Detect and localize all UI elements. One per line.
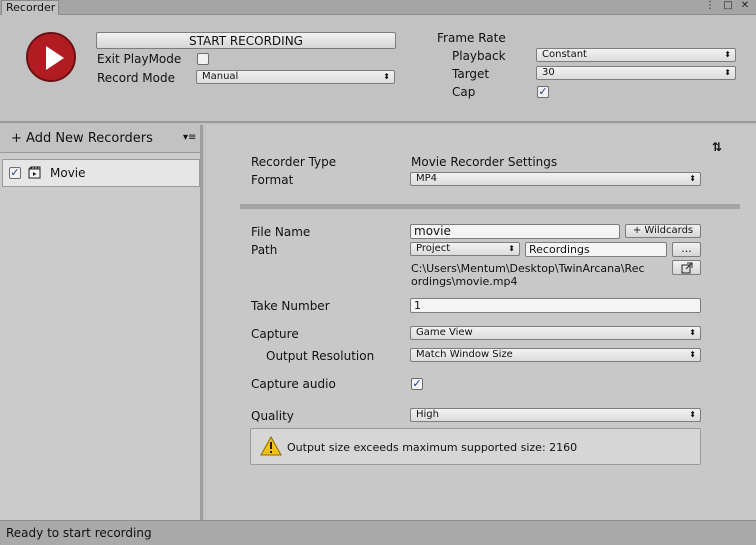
record-mode-value: Manual <box>202 71 239 82</box>
exit-playmode-checkbox[interactable] <box>197 53 209 65</box>
full-path-line: C:\Users\Mentum\Desktop\TwinArcana\Rec <box>411 262 645 275</box>
warning-text: Output size exceeds maximum supported si… <box>287 441 578 454</box>
close-icon[interactable]: ✕ <box>739 0 751 12</box>
capture-dropdown[interactable]: Game View ⬍ <box>410 326 701 340</box>
path-label: Path <box>251 243 278 257</box>
chevron-down-icon: ⬍ <box>383 72 390 81</box>
section-divider <box>240 204 740 209</box>
start-recording-button[interactable]: START RECORDING <box>96 32 396 49</box>
window-tab-bar: Recorder ⋮ □ ✕ <box>0 0 756 15</box>
frame-rate-label: Frame Rate <box>437 31 506 45</box>
movie-icon <box>28 166 41 179</box>
capture-value: Game View <box>416 327 473 338</box>
recorder-list-item[interactable]: ✓ Movie <box>2 159 200 187</box>
target-dropdown[interactable]: 30 ⬍ <box>536 66 736 80</box>
cap-checkbox[interactable]: ✓ <box>537 86 549 98</box>
list-menu-icon[interactable]: ▾≡ <box>183 132 196 143</box>
chevron-down-icon: ⬍ <box>508 244 515 253</box>
play-record-icon[interactable] <box>26 32 76 82</box>
exit-playmode-label: Exit PlayMode <box>97 52 182 66</box>
recorder-type-label: Recorder Type <box>251 155 337 169</box>
record-mode-label: Record Mode <box>97 71 175 85</box>
cap-label: Cap <box>452 85 476 99</box>
output-resolution-dropdown[interactable]: Match Window Size ⬍ <box>410 348 701 362</box>
external-link-icon <box>681 262 693 274</box>
playback-value: Constant <box>542 49 587 60</box>
chevron-down-icon: ⬍ <box>689 410 696 419</box>
chevron-down-icon: ⬍ <box>689 328 696 337</box>
add-new-recorders-button[interactable]: + Add New Recorders <box>11 131 153 146</box>
maximize-icon[interactable]: □ <box>722 0 734 12</box>
open-folder-button[interactable] <box>672 260 701 275</box>
recorder-window-tab[interactable]: Recorder <box>1 0 59 15</box>
path-folder-input[interactable]: Recordings <box>525 242 667 257</box>
output-resolution-value: Match Window Size <box>416 349 513 360</box>
path-root-value: Project <box>416 243 451 254</box>
warning-icon <box>260 435 282 456</box>
capture-audio-label: Capture audio <box>251 377 336 391</box>
output-resolution-label: Output Resolution <box>266 349 375 363</box>
browse-button[interactable]: ... <box>672 242 701 257</box>
chevron-down-icon: ⬍ <box>689 350 696 359</box>
recorder-type-value: Movie Recorder Settings <box>411 155 558 169</box>
recorders-list-panel: + Add New Recorders ▾≡ ✓ Movie <box>0 125 203 520</box>
chevron-down-icon: ⬍ <box>724 68 731 77</box>
full-output-path: C:\Users\Mentum\Desktop\TwinArcana\Rec o… <box>411 262 671 288</box>
format-value: MP4 <box>416 173 438 184</box>
format-dropdown[interactable]: MP4 ⬍ <box>410 172 701 186</box>
path-root-dropdown[interactable]: Project ⬍ <box>410 242 520 256</box>
add-new-recorders-header[interactable]: + Add New Recorders ▾≡ <box>0 125 200 153</box>
capture-audio-checkbox[interactable]: ✓ <box>411 378 423 390</box>
record-mode-dropdown[interactable]: Manual ⬍ <box>196 70 395 84</box>
file-name-label: File Name <box>251 225 311 239</box>
capture-label: Capture <box>251 327 299 341</box>
file-name-input[interactable]: movie <box>410 224 620 239</box>
recorder-name: Movie <box>50 166 86 180</box>
playback-label: Playback <box>452 49 506 63</box>
wildcards-button[interactable]: + Wildcards <box>625 224 701 238</box>
recorder-enabled-checkbox[interactable]: ✓ <box>9 167 21 179</box>
quality-label: Quality <box>251 409 294 423</box>
window-menu-icon[interactable]: ⋮ <box>704 0 716 12</box>
status-bar: Ready to start recording <box>0 520 756 545</box>
full-path-line: ordings\movie.mp4 <box>411 275 518 288</box>
target-value: 30 <box>542 67 555 78</box>
quality-dropdown[interactable]: High ⬍ <box>410 408 701 422</box>
chevron-down-icon: ⬍ <box>689 174 696 183</box>
take-number-label: Take Number <box>251 299 330 313</box>
chevron-down-icon: ⬍ <box>724 50 731 59</box>
warning-message-box: Output size exceeds maximum supported si… <box>250 428 701 465</box>
format-label: Format <box>251 173 294 187</box>
target-label: Target <box>452 67 490 81</box>
playback-dropdown[interactable]: Constant ⬍ <box>536 48 736 62</box>
quality-value: High <box>416 409 439 420</box>
take-number-input[interactable]: 1 <box>410 298 701 313</box>
preset-settings-icon[interactable]: ⇅ <box>712 140 722 154</box>
status-text: Ready to start recording <box>6 526 152 540</box>
